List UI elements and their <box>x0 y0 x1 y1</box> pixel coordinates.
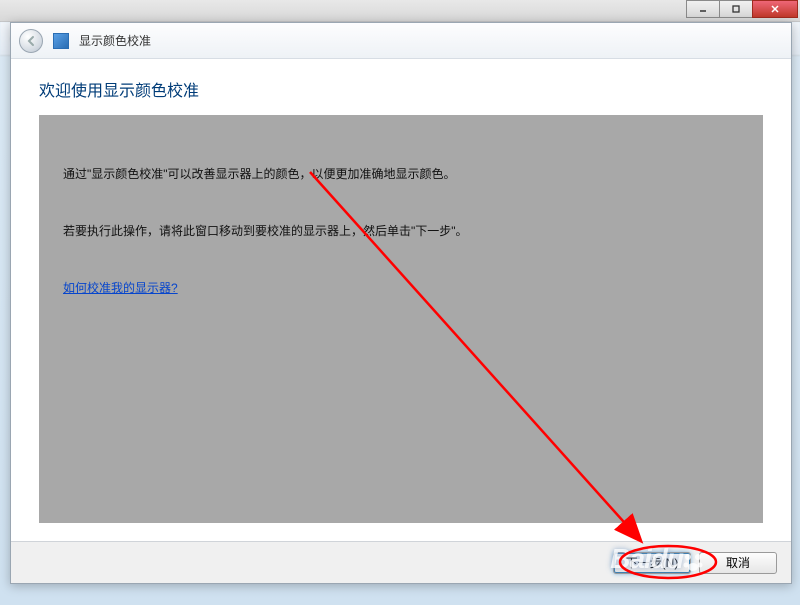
dialog-footer: 下一步(N) 取消 <box>11 541 791 583</box>
minimize-icon <box>698 4 708 14</box>
dialog-body: 欢迎使用显示颜色校准 通过"显示颜色校准"可以改善显示器上的颜色，以便更加准确地… <box>11 59 791 541</box>
monitor-icon <box>53 33 69 49</box>
content-panel: 通过"显示颜色校准"可以改善显示器上的颜色，以便更加准确地显示颜色。 若要执行此… <box>39 115 763 523</box>
maximize-icon <box>731 4 741 14</box>
back-button[interactable] <box>19 29 43 53</box>
intro-paragraph-2: 若要执行此操作，请将此窗口移动到要校准的显示器上，然后单击"下一步"。 <box>63 222 739 241</box>
close-button[interactable] <box>752 0 798 18</box>
minimize-button[interactable] <box>686 0 720 18</box>
explorer-titlebar <box>0 0 800 22</box>
dialog-title: 显示颜色校准 <box>79 32 151 49</box>
help-link[interactable]: 如何校准我的显示器? <box>63 281 178 295</box>
intro-paragraph-1: 通过"显示颜色校准"可以改善显示器上的颜色，以便更加准确地显示颜色。 <box>63 165 739 184</box>
page-heading: 欢迎使用显示颜色校准 <box>39 77 763 101</box>
window-controls <box>687 0 798 18</box>
maximize-button[interactable] <box>719 0 753 18</box>
close-icon <box>770 4 780 14</box>
color-calibration-dialog: 显示颜色校准 欢迎使用显示颜色校准 通过"显示颜色校准"可以改善显示器上的颜色，… <box>10 22 792 584</box>
cancel-button[interactable]: 取消 <box>699 552 777 574</box>
next-button[interactable]: 下一步(N) <box>613 552 691 574</box>
dialog-header: 显示颜色校准 <box>11 23 791 59</box>
arrow-left-icon <box>25 35 37 47</box>
